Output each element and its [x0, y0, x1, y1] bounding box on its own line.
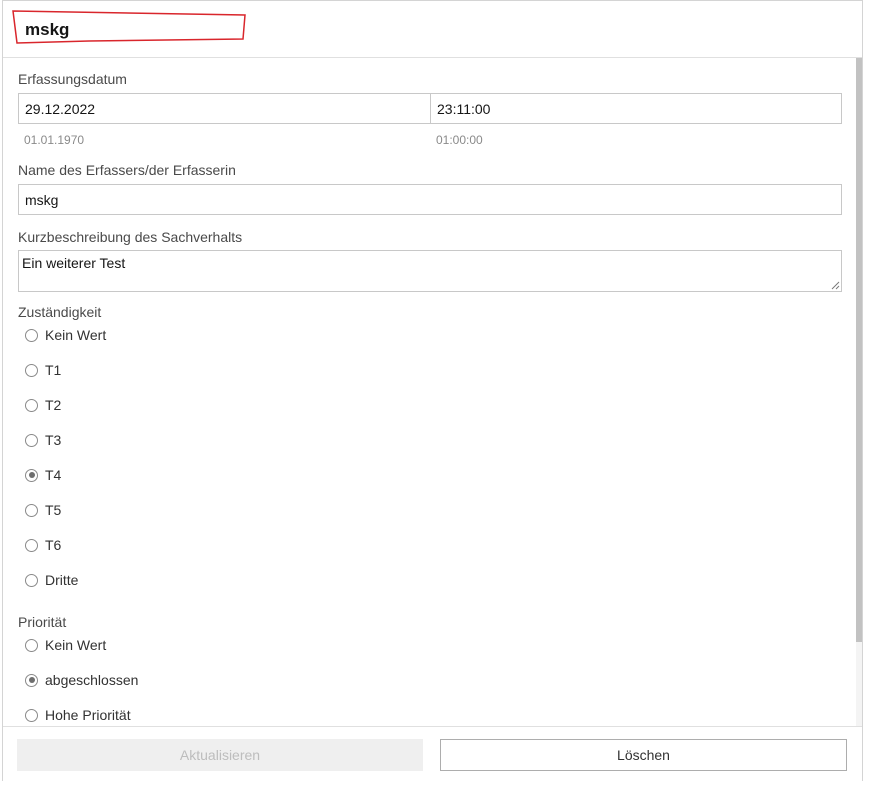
- kurzbeschreibung-label: Kurzbeschreibung des Sachverhalts: [18, 229, 243, 245]
- radio-label: T4: [45, 467, 62, 483]
- panel-footer: Aktualisieren Löschen: [3, 726, 862, 781]
- erfassungsdatum-label: Erfassungsdatum: [18, 71, 127, 87]
- time-hint: 01:00:00: [436, 133, 483, 147]
- radio-label: Dritte: [45, 572, 79, 588]
- zustaendigkeit-label: Zuständigkeit: [18, 304, 102, 320]
- update-button[interactable]: Aktualisieren: [17, 739, 423, 771]
- zustaendigkeit-option[interactable]: Kein Wert: [25, 325, 106, 345]
- radio-label: Kein Wert: [45, 327, 107, 343]
- zustaendigkeit-option[interactable]: T1: [25, 360, 61, 380]
- delete-button[interactable]: Löschen: [440, 739, 847, 771]
- radio-label: T5: [45, 502, 62, 518]
- date-field[interactable]: 29.12.2022: [18, 93, 431, 124]
- radio-button[interactable]: [25, 503, 38, 517]
- erfasser-label: Name des Erfassers/der Erfasserin: [18, 162, 236, 178]
- radio-button[interactable]: [25, 638, 38, 652]
- zustaendigkeit-option[interactable]: T2: [25, 395, 61, 415]
- erfasser-field[interactable]: mskg: [18, 184, 842, 215]
- radio-button[interactable]: [25, 573, 38, 587]
- radio-button-checked[interactable]: [25, 673, 38, 687]
- feature-editor-panel: mskg Erfassungsdatum 29.12.2022 23:11:00…: [2, 0, 863, 781]
- prioritaet-option[interactable]: Hohe Priorität: [25, 705, 131, 725]
- radio-label: T3: [45, 432, 62, 448]
- radio-label: T1: [45, 362, 62, 378]
- radio-label: abgeschlossen: [45, 672, 139, 688]
- radio-button[interactable]: [25, 538, 38, 552]
- radio-label: Hohe Priorität: [45, 707, 131, 723]
- prioritaet-option[interactable]: Kein Wert: [25, 635, 106, 655]
- date-hint: 01.01.1970: [24, 133, 85, 147]
- scrollbar-track[interactable]: [856, 58, 862, 726]
- kurzbeschreibung-text: Ein weiterer Test: [22, 255, 126, 271]
- prioritaet-label: Priorität: [18, 614, 67, 630]
- radio-label: Kein Wert: [45, 637, 107, 653]
- radio-label: T2: [45, 397, 62, 413]
- radio-button[interactable]: [25, 363, 38, 377]
- radio-button[interactable]: [25, 328, 38, 342]
- radio-button[interactable]: [25, 433, 38, 447]
- scrollbar-thumb[interactable]: [856, 58, 862, 642]
- panel-header: mskg: [3, 1, 862, 58]
- zustaendigkeit-option[interactable]: T6: [25, 535, 61, 555]
- radio-button[interactable]: [25, 708, 38, 722]
- radio-button[interactable]: [25, 398, 38, 412]
- radio-label: T6: [45, 537, 62, 553]
- zustaendigkeit-option[interactable]: T3: [25, 430, 61, 450]
- zustaendigkeit-option[interactable]: T5: [25, 500, 61, 520]
- zustaendigkeit-option[interactable]: T4: [25, 465, 61, 485]
- zustaendigkeit-option[interactable]: Dritte: [25, 570, 78, 590]
- radio-button-checked[interactable]: [25, 468, 38, 482]
- kurzbeschreibung-textarea[interactable]: Ein weiterer Test: [18, 250, 842, 292]
- page-title: mskg: [25, 20, 70, 39]
- form-scroll-area[interactable]: Erfassungsdatum 29.12.2022 23:11:00 01.0…: [3, 58, 862, 726]
- resize-grip-icon[interactable]: [831, 281, 840, 290]
- time-field[interactable]: 23:11:00: [430, 93, 842, 124]
- prioritaet-option[interactable]: abgeschlossen: [25, 670, 138, 690]
